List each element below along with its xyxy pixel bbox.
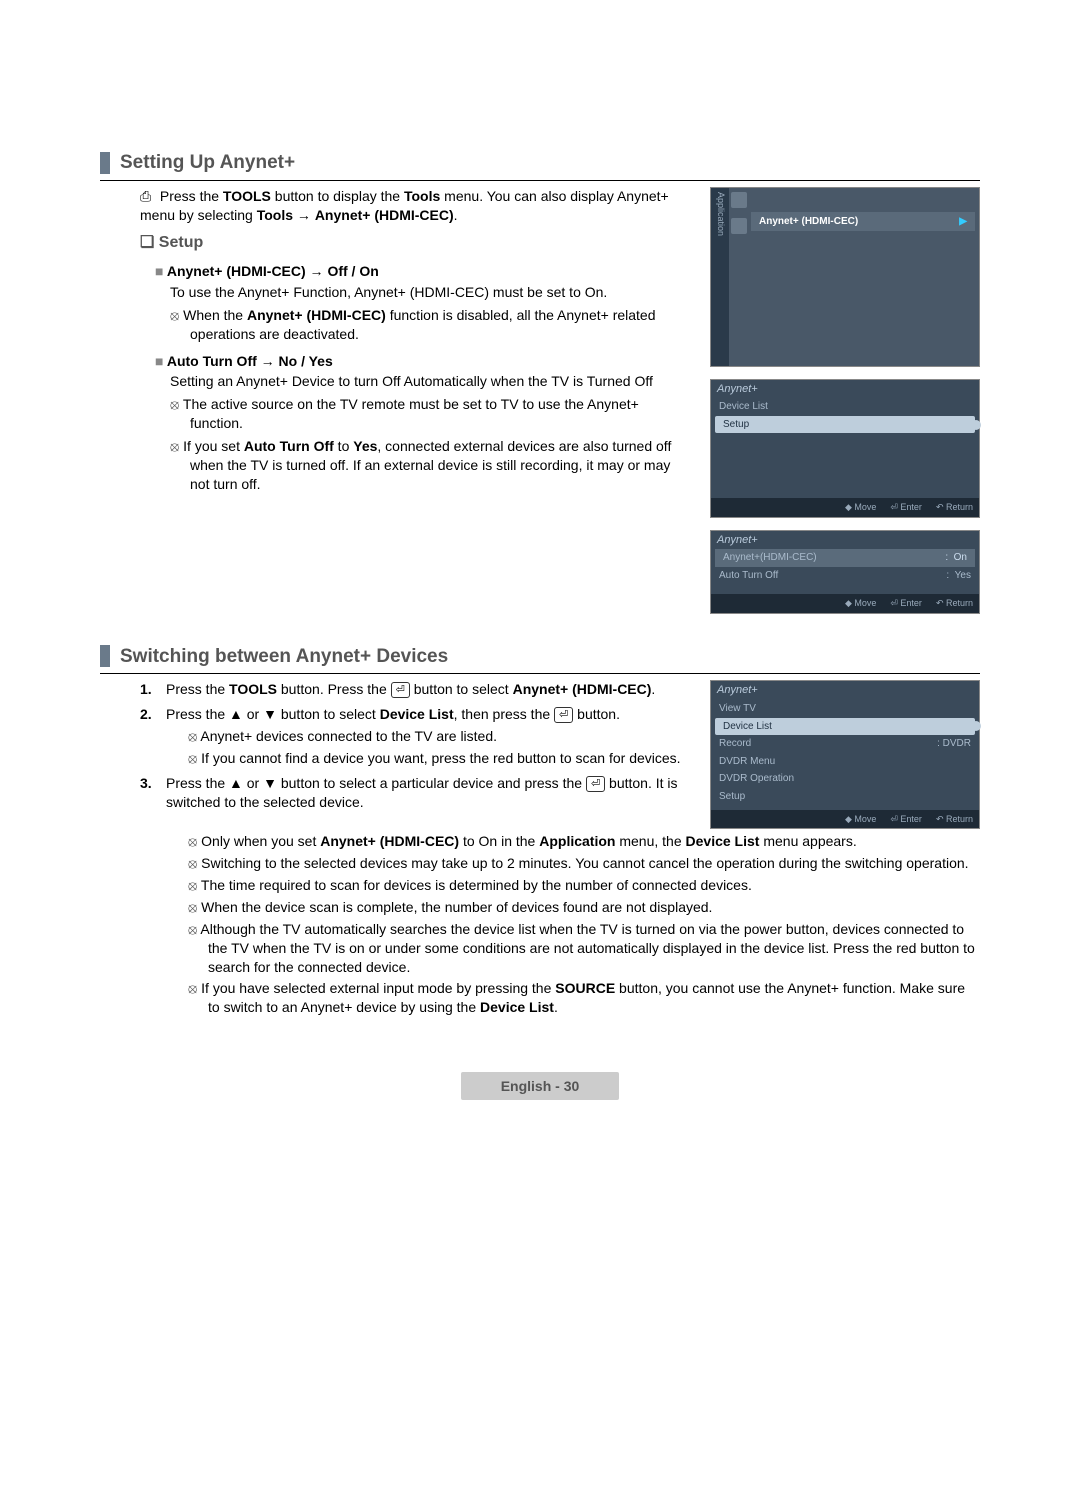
osd-hint-return: ↶ Return [936,813,973,825]
osd-anynet-setup-list: Anynet+ Device List Setup ◆ Move ⏎ Enter… [710,379,980,518]
osd-title: Anynet+ [711,681,979,700]
step2-note1: Anynet+ devices connected to the TV are … [188,727,692,746]
osd-item-setup[interactable]: Setup [711,788,979,806]
step3-note5: Although the TV automatically searches t… [188,920,980,977]
page-number: English - 30 [461,1072,620,1100]
sub2-note1: The active source on the TV remote must … [170,395,692,433]
osd-footer: ◆ Move ⏎ Enter ↶ Return [711,594,979,612]
setup-heading: Setup [140,232,692,254]
step-3: 3. Press the ▲ or ▼ button to select a p… [140,774,692,812]
section-bar [100,645,110,667]
osd-app-icon [731,192,747,208]
enter-icon: ⏎ [391,682,410,698]
section-title: Setting Up Anynet+ [120,150,295,176]
step3-note2: Switching to the selected devices may ta… [188,854,980,873]
step-1: 1. Press the TOOLS button. Press the ⏎ b… [140,680,692,699]
section-bar [100,152,110,174]
tools-icon: ⎙ [140,187,156,206]
osd-item-devicelist-selected[interactable]: Device List [715,718,975,736]
step3-note6: If you have selected external input mode… [188,979,980,1017]
sub-heading-hdmicec: Anynet+ (HDMI-CEC) → Off / On [155,262,692,281]
osd-item-setup-selected[interactable]: Setup [715,416,975,434]
step3-note3: The time required to scan for devices is… [188,876,980,895]
osd-item-record[interactable]: Record : DVDR [711,735,979,753]
osd-item-viewtv[interactable]: View TV [711,700,979,718]
osd-hint-enter: ⏎ Enter [890,813,922,825]
osd-app-icon [731,218,747,234]
osd-hint-enter: ⏎ Enter [890,501,922,513]
osd-anynet-settings: Anynet+ Anynet+(HDMI-CEC) : On Auto Turn… [710,530,980,614]
osd-sidebar-label: Application [711,188,729,366]
osd-hint-move: ◆ Move [845,597,876,609]
osd-item-dvdrmenu[interactable]: DVDR Menu [711,753,979,771]
osd-footer: ◆ Move ⏎ Enter ↶ Return [711,498,979,516]
osd-hint-enter: ⏎ Enter [890,597,922,609]
step-2: 2. Press the ▲ or ▼ button to select Dev… [140,705,692,768]
osd-anynet-devices: Anynet+ View TV Device List Record : DVD… [710,680,980,829]
step2-note2: If you cannot find a device you want, pr… [188,749,692,768]
osd-hint-move: ◆ Move [845,813,876,825]
arrow-right-icon: ▶ [959,215,967,229]
sub-heading-autoturnoff: Auto Turn Off → No / Yes [155,352,692,371]
section-header-setting-up: Setting Up Anynet+ [100,150,980,181]
page-footer: English - 30 [100,1077,980,1096]
step3-note1: Only when you set Anynet+ (HDMI-CEC) to … [188,832,980,851]
osd-hint-move: ◆ Move [845,501,876,513]
sub2-body: Setting an Anynet+ Device to turn Off Au… [170,372,692,391]
osd-footer: ◆ Move ⏎ Enter ↶ Return [711,810,979,828]
osd-row-autoturnoff[interactable]: Auto Turn Off : Yes [711,567,979,585]
osd-highlight-row[interactable]: Anynet+ (HDMI-CEC) ▶ [751,212,975,232]
section-header-switching: Switching between Anynet+ Devices [100,644,980,675]
step3-note4: When the device scan is complete, the nu… [188,898,980,917]
osd-row-hdmicec[interactable]: Anynet+(HDMI-CEC) : On [715,549,975,567]
sub1-body: To use the Anynet+ Function, Anynet+ (HD… [170,283,692,302]
osd-title: Anynet+ [711,531,979,550]
osd-title: Anynet+ [711,380,979,399]
osd-hint-return: ↶ Return [936,501,973,513]
sub1-note: When the Anynet+ (HDMI-CEC) function is … [170,306,692,344]
intro-paragraph: ⎙ Press the TOOLS button to display the … [140,187,692,225]
osd-item-dvdrop[interactable]: DVDR Operation [711,770,979,788]
osd-application-menu: Application Anynet+ (HDMI-CEC) ▶ [710,187,980,367]
osd-hint-return: ↶ Return [936,597,973,609]
enter-icon: ⏎ [554,707,573,723]
enter-icon: ⏎ [586,776,605,792]
osd-item-devicelist[interactable]: Device List [711,398,979,416]
sub2-note2: If you set Auto Turn Off to Yes, connect… [170,437,692,494]
section-title: Switching between Anynet+ Devices [120,644,448,670]
